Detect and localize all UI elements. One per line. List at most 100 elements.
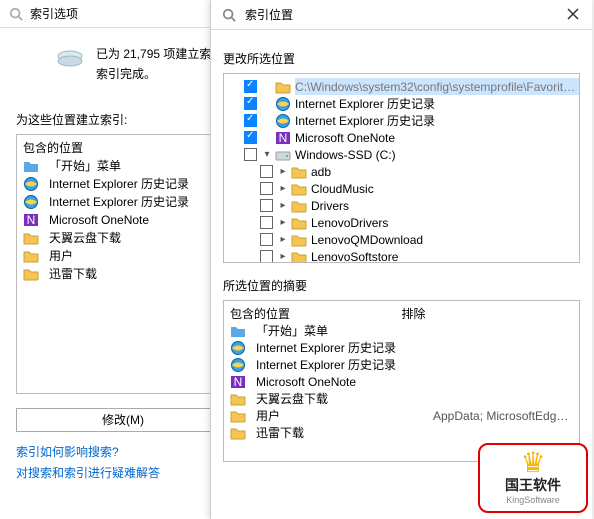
index-locations-window: 索引位置 更改所选位置 C:\Windows\system32\config\s… xyxy=(210,0,592,519)
folder-icon xyxy=(275,79,291,95)
tree-label: Drivers xyxy=(311,199,349,213)
twisty-icon[interactable] xyxy=(261,98,273,110)
twisty-icon[interactable]: ▸ xyxy=(277,234,289,246)
summary-row[interactable]: 迅雷下载 xyxy=(230,424,573,441)
tree-label: LenovoQMDownload xyxy=(311,233,423,247)
tree-row[interactable]: ▸ adb xyxy=(224,163,579,180)
crown-icon: ♛ xyxy=(480,449,586,477)
folder-icon xyxy=(291,232,307,248)
drive-icon xyxy=(56,48,84,70)
checkbox[interactable] xyxy=(244,97,257,110)
checkbox[interactable] xyxy=(244,148,257,161)
twisty-icon[interactable]: ▸ xyxy=(277,217,289,229)
location-tree[interactable]: C:\Windows\system32\config\systemprofile… xyxy=(223,73,580,263)
drive-icon xyxy=(275,147,291,163)
tree-label: Windows-SSD (C:) xyxy=(295,148,396,162)
folder-blue-icon xyxy=(230,323,246,339)
indexing-complete-text: 索引完成。 xyxy=(96,64,223,84)
twisty-icon[interactable]: ▾ xyxy=(261,149,273,161)
tree-row[interactable]: ▾ Windows-SSD (C:) xyxy=(224,146,579,163)
summary-row[interactable]: Internet Explorer 历史记录 xyxy=(230,356,573,373)
summary-label: 天翼云盘下载 xyxy=(256,390,328,407)
location-label: 「开始」菜单 xyxy=(49,157,121,174)
checkbox[interactable] xyxy=(244,131,257,144)
tree-row[interactable]: ▸ CloudMusic xyxy=(224,180,579,197)
summary-excluded: AppData; MicrosoftEdgeBackup xyxy=(433,409,573,423)
folder-blue-icon xyxy=(23,158,39,174)
tree-row[interactable]: N Microsoft OneNote xyxy=(224,129,579,146)
twisty-icon[interactable]: ▸ xyxy=(277,166,289,178)
folder-icon xyxy=(230,425,246,441)
folder-icon xyxy=(291,198,307,214)
twisty-icon[interactable]: ▸ xyxy=(277,183,289,195)
checkbox[interactable] xyxy=(244,114,257,127)
onenote-icon: N xyxy=(275,130,291,146)
location-label: 天翼云盘下载 xyxy=(49,229,121,246)
summary-row[interactable]: 用户 AppData; MicrosoftEdgeBackup xyxy=(230,407,573,424)
col-excluded: 排除 xyxy=(402,305,574,322)
svg-text:N: N xyxy=(27,213,36,227)
folder-icon xyxy=(23,266,39,282)
checkbox[interactable] xyxy=(260,216,273,229)
ie-icon xyxy=(23,176,39,192)
tree-label: Microsoft OneNote xyxy=(295,131,395,145)
tree-row[interactable]: ▸ LenovoQMDownload xyxy=(224,231,579,248)
tree-row[interactable]: ▸ LenovoSoftstore xyxy=(224,248,579,263)
summary-row[interactable]: 「开始」菜单 xyxy=(230,322,573,339)
folder-icon xyxy=(291,215,307,231)
tree-label: CloudMusic xyxy=(311,182,374,196)
summary-label: 「开始」菜单 xyxy=(256,322,328,339)
ie-icon xyxy=(230,340,246,356)
summary-label: 迅雷下载 xyxy=(256,424,304,441)
tree-label: C:\Windows\system32\config\systemprofile… xyxy=(295,78,579,95)
search-icon xyxy=(221,7,237,23)
checkbox[interactable] xyxy=(260,165,273,178)
onenote-icon: N xyxy=(23,212,39,228)
twisty-icon[interactable] xyxy=(261,81,273,93)
checkbox[interactable] xyxy=(260,250,273,263)
summary-label: 用户 xyxy=(256,407,280,424)
twisty-icon[interactable]: ▸ xyxy=(277,251,289,263)
tree-row[interactable]: ▸ LenovoDrivers xyxy=(224,214,579,231)
svg-text:N: N xyxy=(279,131,288,145)
twisty-icon[interactable] xyxy=(261,115,273,127)
location-label: Internet Explorer 历史记录 xyxy=(49,193,189,210)
summary-row[interactable]: Internet Explorer 历史记录 xyxy=(230,339,573,356)
modify-button[interactable]: 修改(M) xyxy=(16,408,230,432)
window-title: 索引位置 xyxy=(245,6,293,23)
ie-icon xyxy=(275,96,291,112)
tree-row[interactable]: C:\Windows\system32\config\systemprofile… xyxy=(224,78,579,95)
summary-row[interactable]: 天翼云盘下载 xyxy=(230,390,573,407)
items-indexed-text: 已为 21,795 项建立索引 xyxy=(96,44,223,64)
tree-row[interactable]: Internet Explorer 历史记录 xyxy=(224,112,579,129)
twisty-icon[interactable]: ▸ xyxy=(277,200,289,212)
col-included: 包含的位置 xyxy=(230,305,402,322)
tree-label: Internet Explorer 历史记录 xyxy=(295,95,435,112)
summary-label: Internet Explorer 历史记录 xyxy=(256,339,396,356)
change-locations-label: 更改所选位置 xyxy=(223,50,580,67)
tree-label: LenovoDrivers xyxy=(311,216,388,230)
tree-label: LenovoSoftstore xyxy=(311,250,398,264)
summary-row[interactable]: NMicrosoft OneNote xyxy=(230,373,573,390)
checkbox[interactable] xyxy=(260,199,273,212)
tree-row[interactable]: Internet Explorer 历史记录 xyxy=(224,95,579,112)
summary-box: 包含的位置 排除 「开始」菜单Internet Explorer 历史记录Int… xyxy=(223,300,580,462)
close-button[interactable] xyxy=(566,7,582,23)
svg-text:N: N xyxy=(234,375,243,389)
summary-label: Internet Explorer 历史记录 xyxy=(256,356,396,373)
folder-icon xyxy=(230,391,246,407)
tree-label: Internet Explorer 历史记录 xyxy=(295,112,435,129)
location-label: 用户 xyxy=(49,247,73,264)
checkbox[interactable] xyxy=(244,80,257,93)
checkbox[interactable] xyxy=(260,233,273,246)
tree-row[interactable]: ▸ Drivers xyxy=(224,197,579,214)
checkbox[interactable] xyxy=(260,182,273,195)
search-icon xyxy=(8,6,24,22)
location-label: Microsoft OneNote xyxy=(49,213,149,227)
location-label: 迅雷下载 xyxy=(49,265,97,282)
twisty-icon[interactable] xyxy=(261,132,273,144)
titlebar[interactable]: 索引位置 xyxy=(211,0,592,30)
location-label: Internet Explorer 历史记录 xyxy=(49,175,189,192)
tree-label: adb xyxy=(311,165,331,179)
folder-icon xyxy=(23,230,39,246)
